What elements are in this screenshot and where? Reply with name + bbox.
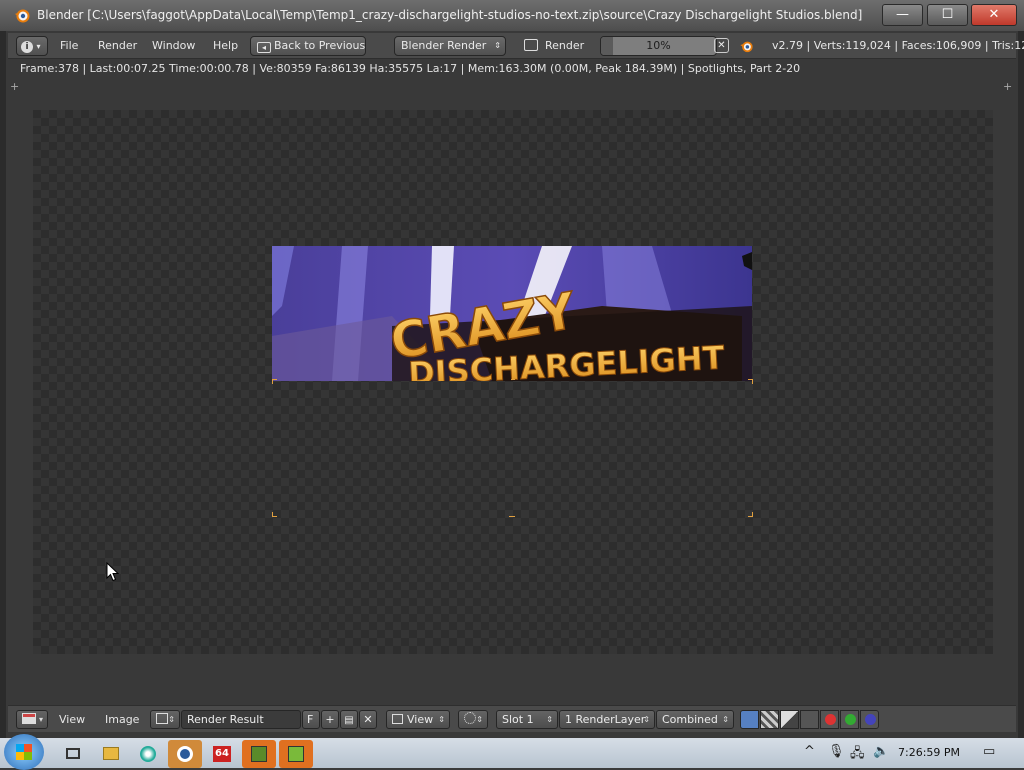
pivot-icon [464, 712, 476, 724]
volume-icon[interactable]: 🔈 [873, 744, 889, 759]
info-icon: i [21, 41, 33, 53]
plus-icon[interactable]: + [1003, 80, 1012, 93]
editor-type-selector[interactable]: i ▾ [16, 36, 48, 56]
plus-icon[interactable]: + [10, 80, 19, 93]
maximize-button[interactable]: ☐ [927, 4, 968, 26]
dropdown-arrows-icon: ⇕ [476, 715, 483, 724]
render-progress-text: 10% [646, 39, 671, 52]
scene-stats: v2.79 | Verts:119,024 | Faces:106,909 | … [772, 39, 1024, 52]
taskbar-blender-icon[interactable] [168, 740, 202, 768]
fake-user-button[interactable]: F [302, 710, 320, 729]
taskbar-taskview-icon[interactable] [56, 740, 90, 768]
info-header: i ▾ File Render Window Help ◂ Back to Pre… [8, 33, 1024, 59]
view-icon [392, 714, 403, 724]
taskbar-minecraft-icon[interactable] [242, 740, 276, 768]
open-image-button[interactable]: ▤ [340, 710, 358, 729]
dropdown-arrows-icon: ⇕ [168, 715, 175, 724]
render-pass-dropdown[interactable]: Combined ⇕ [656, 710, 734, 729]
render-status-label: Render [545, 39, 585, 52]
chevron-down-icon: ▾ [38, 715, 43, 724]
back-arrow-icon: ◂ [257, 42, 271, 53]
frame-center-marker [509, 512, 515, 517]
z-buffer-icon[interactable] [800, 710, 819, 729]
view-mode-dropdown[interactable]: View ⇕ [386, 710, 450, 729]
frame-corner-marker [748, 379, 753, 384]
render-engine-label: Blender Render [401, 39, 487, 52]
blender-logo-icon [15, 9, 30, 23]
taskbar-explorer-icon[interactable] [94, 740, 128, 768]
frame-corner-marker [272, 512, 277, 517]
app-64-label: 64 [213, 746, 231, 762]
folder-icon: ▤ [344, 715, 354, 726]
slot-dropdown[interactable]: Slot 1 ⇕ [496, 710, 558, 729]
render-layer-dropdown[interactable]: 1 RenderLayer ⇕ [559, 710, 655, 729]
slot-label: Slot 1 [502, 713, 534, 726]
frame-corner-marker [272, 379, 277, 384]
image-icon [156, 713, 168, 724]
taskbar-browser-icon[interactable] [131, 740, 165, 768]
windows-logo-icon [16, 744, 32, 760]
color-alpha-icon[interactable] [740, 710, 759, 729]
render-engine-dropdown[interactable]: Blender Render ⇕ [394, 36, 506, 56]
dropdown-arrows-icon: ⇕ [438, 715, 445, 724]
taskbar-app-64-icon[interactable]: 64 [205, 740, 239, 768]
menu-render[interactable]: Render [98, 39, 137, 52]
green-channel-icon[interactable] [840, 710, 859, 729]
image-name-field[interactable]: Render Result [181, 710, 301, 729]
render-icon[interactable] [524, 39, 538, 51]
red-channel-icon[interactable] [820, 710, 839, 729]
new-image-button[interactable]: + [321, 710, 339, 729]
render-layer-label: 1 RenderLayer [565, 713, 646, 726]
windows-taskbar: 64 ^ 🎙 🖧 🔈 7:26:59 PM ▭ [0, 734, 1024, 770]
checker-alpha-icon[interactable] [760, 710, 779, 729]
menu-view[interactable]: View [59, 713, 85, 726]
color-only-icon[interactable] [780, 710, 799, 729]
title-bar: Blender [C:\Users\faggot\AppData\Local\T… [0, 0, 1024, 31]
menu-help[interactable]: Help [213, 39, 238, 52]
render-pass-label: Combined [662, 713, 718, 726]
render-image-svg: CRAZY DISCHARGELIGHT [272, 246, 752, 381]
menu-window[interactable]: Window [152, 39, 195, 52]
render-info-text: Frame:378 | Last:00:07.25 Time:00:00.78 … [20, 62, 801, 75]
microphone-icon[interactable]: 🎙 [828, 744, 845, 759]
dropdown-arrows-icon: ⇕ [643, 715, 650, 724]
blue-channel-icon[interactable] [860, 710, 879, 729]
taskbar-clock[interactable]: 7:26:59 PM [898, 746, 960, 759]
show-hidden-icons-icon[interactable]: ^ [804, 744, 815, 759]
notifications-icon[interactable]: ▭ [983, 744, 995, 759]
dropdown-arrows-icon: ⇕ [494, 41, 501, 50]
network-icon[interactable]: 🖧 [850, 744, 865, 766]
back-to-previous-label: Back to Previous [274, 39, 366, 52]
dropdown-arrows-icon: ⇕ [546, 715, 553, 724]
image-editor-icon [22, 713, 36, 724]
mouse-cursor-icon [106, 562, 120, 582]
dropdown-arrows-icon: ⇕ [722, 715, 729, 724]
render-result-image: CRAZY DISCHARGELIGHT [272, 246, 752, 381]
image-browse-button[interactable]: ⇕ [150, 710, 180, 729]
frame-corner-marker [748, 512, 753, 517]
menu-image[interactable]: Image [105, 713, 139, 726]
window-title: Blender [C:\Users\faggot\AppData\Local\T… [37, 8, 863, 22]
blender-logo-icon [740, 41, 753, 53]
pivot-dropdown[interactable]: ⇕ [458, 710, 488, 729]
view-mode-label: View [407, 713, 434, 726]
taskbar-minecraft-icon[interactable] [279, 740, 313, 768]
close-icon: ✕ [363, 713, 373, 726]
render-progress-bar: 10% [600, 36, 717, 56]
unlink-image-button[interactable]: ✕ [359, 710, 377, 729]
chevron-down-icon: ▾ [36, 42, 41, 51]
display-channels-group [740, 710, 880, 729]
editor-type-selector[interactable]: ▾ [16, 710, 48, 729]
minimize-button[interactable]: — [882, 4, 923, 26]
frame-center-marker [511, 379, 515, 384]
back-to-previous-button[interactable]: ◂ Back to Previous [250, 36, 366, 56]
plus-icon: + [325, 713, 335, 726]
cancel-render-icon[interactable]: ✕ [714, 38, 729, 53]
image-editor-header: ▾ View Image ⇕ Render Result F + ▤ ✕ Vie… [8, 705, 1016, 732]
menu-file[interactable]: File [60, 39, 78, 52]
close-button[interactable]: ✕ [971, 4, 1017, 26]
